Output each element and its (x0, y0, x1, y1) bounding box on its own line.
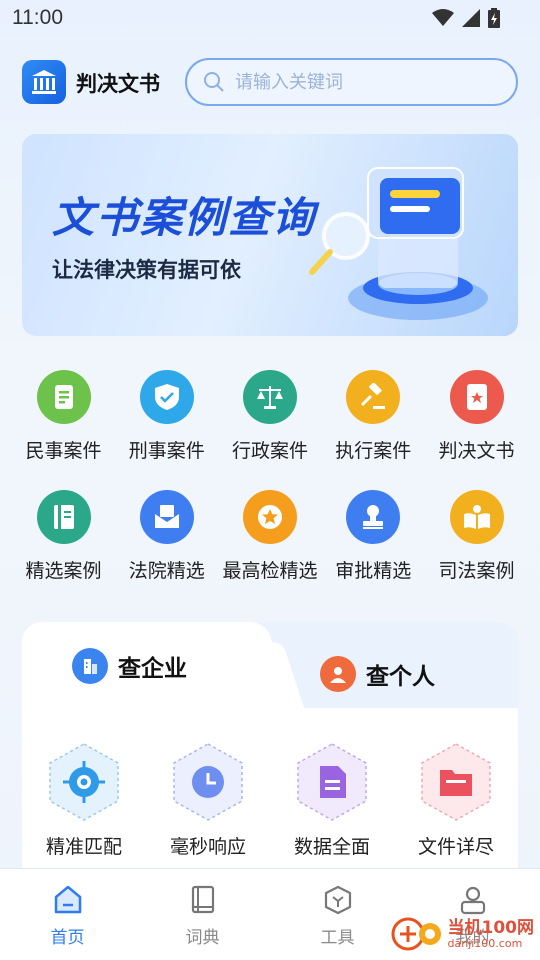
category-label: 司法案例 (438, 560, 515, 582)
category-civil[interactable]: 民事案件 (12, 370, 115, 490)
wifi-icon (432, 9, 454, 26)
status-bar: 11:00 (0, 0, 540, 36)
feature-detailed-files[interactable]: 文件详尽 (401, 742, 511, 859)
star-badge-icon (243, 490, 297, 544)
gavel-icon (346, 370, 401, 424)
scales-icon (243, 370, 297, 424)
feature-label: 文件详尽 (417, 836, 494, 858)
category-selected-cases[interactable]: 精选案例 (12, 490, 115, 610)
category-label: 执行案件 (335, 440, 412, 462)
promo-banner[interactable]: 文书案例查询 让法律决策有据可依 (22, 134, 518, 336)
category-court-selection[interactable]: 法院精选 (115, 490, 218, 610)
person-icon (320, 656, 356, 692)
file-icon (297, 743, 367, 821)
feature-label: 精准匹配 (45, 836, 122, 858)
feature-comprehensive-data[interactable]: 数据全面 (277, 742, 387, 859)
battery-icon (488, 8, 500, 28)
header: 判决文书 (22, 58, 518, 106)
book-icon (36, 490, 91, 544)
nav-label: 工具 (320, 928, 355, 948)
dictionary-icon (191, 885, 214, 914)
category-label: 民事案件 (25, 440, 102, 462)
search-icon (204, 72, 224, 92)
shield-check-icon (139, 370, 194, 424)
feature-label: 毫秒响应 (169, 836, 246, 858)
category-administrative[interactable]: 行政案件 (219, 370, 322, 490)
feature-label: 数据全面 (293, 836, 370, 858)
feature-precise-match[interactable]: 精准匹配 (29, 742, 139, 859)
category-label: 精选案例 (25, 560, 102, 582)
category-approval-selection[interactable]: 审批精选 (322, 490, 425, 610)
category-label: 刑事案件 (128, 440, 205, 462)
stamp-icon (346, 490, 401, 544)
watermark: 当机100网 danji100.com (390, 914, 535, 954)
status-time: 11:00 (12, 6, 63, 29)
signal-icon (462, 9, 480, 27)
banner-subtitle: 让法律决策有据可依 (52, 258, 241, 282)
category-criminal[interactable]: 刑事案件 (115, 370, 218, 490)
target-icon (49, 743, 119, 821)
document-icon (36, 370, 91, 424)
watermark-url: danji100.com (447, 936, 523, 950)
category-judgment-docs[interactable]: 判决文书 (425, 370, 528, 490)
category-label: 法院精选 (128, 560, 205, 582)
profile-icon (460, 886, 485, 915)
tab-company[interactable]: 查企业 (72, 648, 187, 684)
mail-icon (139, 490, 194, 544)
tab-person[interactable]: 查个人 (320, 656, 435, 692)
status-icons (432, 8, 500, 28)
folder-icon (421, 743, 491, 821)
search-bar[interactable] (185, 58, 518, 106)
category-label: 最高检精选 (222, 560, 318, 582)
category-label: 审批精选 (335, 560, 412, 582)
feature-row: 精准匹配 毫秒响应 数据全面 文件详尽 (22, 742, 518, 859)
nav-home[interactable]: 首页 (0, 869, 135, 960)
star-document-icon (449, 370, 504, 424)
open-book-icon (449, 490, 504, 544)
category-judicial-cases[interactable]: 司法案例 (425, 490, 528, 610)
tool-cube-icon (324, 885, 351, 915)
nav-tools[interactable]: 工具 (270, 869, 405, 960)
tab-company-label: 查企业 (118, 656, 187, 682)
search-card: 查企业 查个人 精准匹配 毫秒响应 数据全面 文件详尽 (22, 622, 518, 882)
category-grid: 民事案件 刑事案件 行政案件 执行案件 判决文书 精选案例 法院精选 最高检精选… (12, 370, 528, 610)
nav-label: 词典 (185, 928, 220, 948)
banner-title: 文书案例查询 (52, 193, 317, 242)
watermark-text: 当机100网 (447, 917, 535, 938)
watermark-logo-icon (391, 917, 441, 951)
nav-label: 首页 (50, 928, 85, 948)
search-input[interactable] (235, 71, 475, 93)
app-title: 判决文书 (76, 72, 160, 96)
category-execution[interactable]: 执行案件 (322, 370, 425, 490)
category-label: 判决文书 (438, 440, 515, 462)
tab-person-label: 查个人 (366, 664, 435, 690)
app-logo-icon (22, 60, 66, 104)
feature-millisecond-response[interactable]: 毫秒响应 (153, 742, 263, 859)
clock-icon (173, 743, 243, 821)
category-procuratorate-selection[interactable]: 最高检精选 (219, 490, 322, 610)
banner-illustration-icon (309, 167, 488, 320)
nav-dictionary[interactable]: 词典 (135, 869, 270, 960)
building-icon (72, 648, 108, 684)
home-icon (54, 885, 81, 914)
category-label: 行政案件 (231, 440, 308, 462)
